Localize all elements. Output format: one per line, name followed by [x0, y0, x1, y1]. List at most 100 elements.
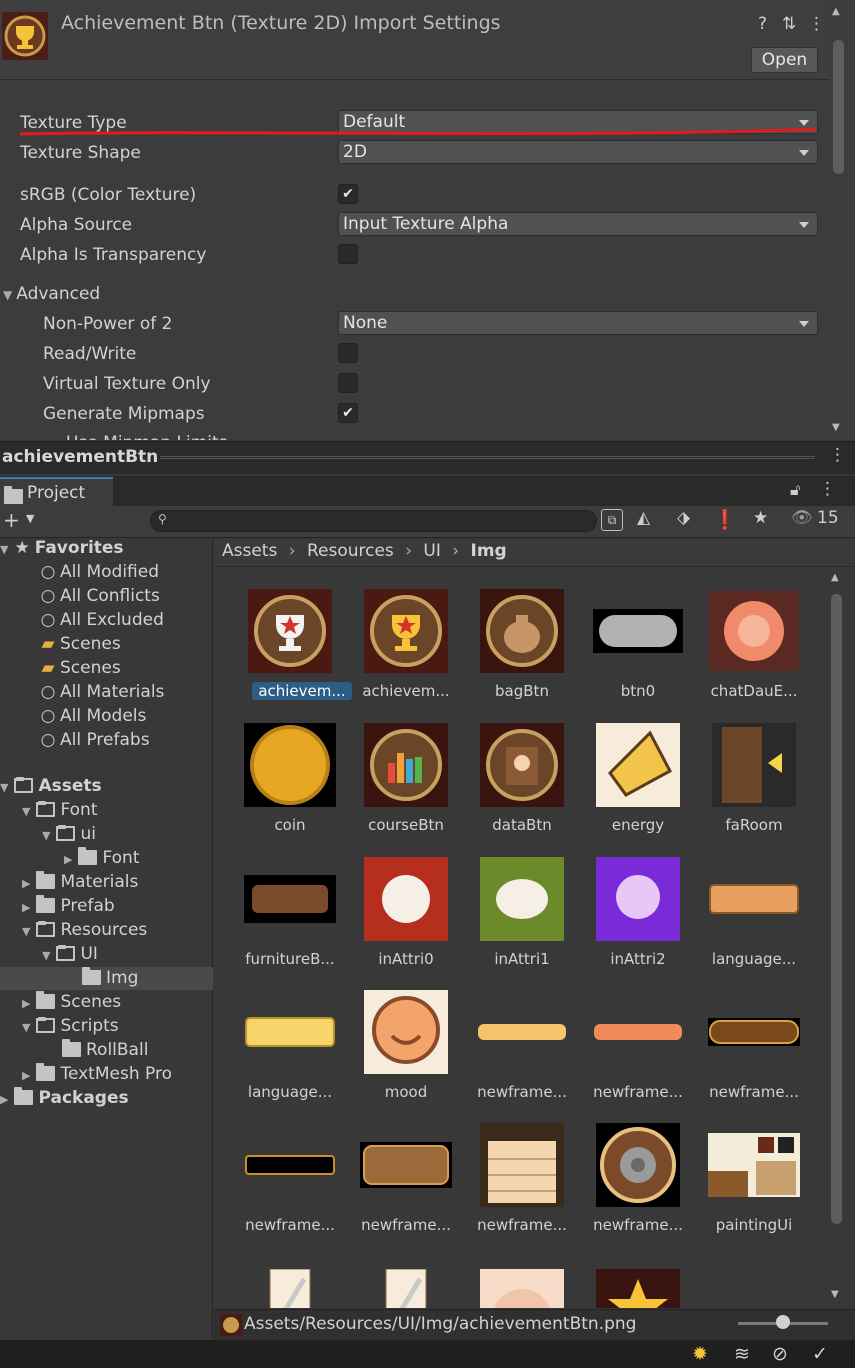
warning-icon[interactable]: ❗	[713, 508, 737, 531]
asset-item[interactable]: newframe...	[346, 1120, 456, 1250]
breadcrumb-resources[interactable]: Resources	[307, 541, 394, 561]
tree-label: Scripts	[60, 1016, 119, 1036]
tree-item-scenes[interactable]: ▶ Scenes	[22, 990, 121, 1014]
favorite-item[interactable]: ○ All Conflicts	[39, 584, 160, 608]
tree-item-packages[interactable]: ▶ Packages	[0, 1086, 129, 1110]
preview-menu-icon[interactable]: ⋮	[829, 445, 846, 465]
asset-item[interactable]: dataBtn	[462, 720, 572, 850]
asset-thumbnail	[708, 854, 800, 944]
tree-item-img[interactable]: Img	[82, 966, 138, 990]
asset-item[interactable]: newframe...	[694, 987, 804, 1117]
more-menu-icon[interactable]: ⋮	[808, 14, 825, 34]
folder-icon	[62, 1039, 81, 1057]
asset-item[interactable]: achievem...	[346, 586, 456, 716]
asset-item[interactable]: btn0	[578, 586, 688, 716]
favorite-item[interactable]: ▰ Scenes	[39, 656, 120, 680]
scroll-down-icon[interactable]: ▼	[831, 1289, 839, 1300]
lock-icon[interactable]: 🔓︎	[790, 480, 800, 500]
help-icon[interactable]: ?	[758, 14, 767, 34]
project-menu-icon[interactable]: ⋮	[819, 479, 836, 499]
tree-item-textmeshpro[interactable]: ▶ TextMesh Pro	[22, 1062, 172, 1086]
tree-item-prefab[interactable]: ▶ Prefab	[22, 894, 115, 918]
asset-item[interactable]: language...	[694, 854, 804, 984]
tree-item-font[interactable]: ▼ Font	[22, 798, 97, 822]
mipmap-limits-label: Use Mipmap Limits	[66, 430, 228, 440]
asset-item[interactable]: newframe...	[462, 987, 572, 1117]
favorite-item[interactable]: ○ All Prefabs	[39, 728, 150, 752]
breadcrumb-ui[interactable]: UI	[423, 541, 440, 561]
favorite-item[interactable]: ○ All Excluded	[39, 608, 164, 632]
asset-item[interactable]: energy	[578, 720, 688, 850]
asset-item[interactable]: paintingUi	[694, 1120, 804, 1250]
alpha-transparency-checkbox[interactable]	[338, 244, 358, 264]
asset-item[interactable]: chatDauE...	[694, 586, 804, 716]
asset-item[interactable]	[592, 1254, 702, 1308]
filter-type-icon[interactable]: ◭	[637, 508, 650, 528]
breadcrumb-assets[interactable]: Assets	[222, 541, 277, 561]
mipmaps-checkbox[interactable]: ✔	[338, 403, 358, 423]
asset-thumbnail	[592, 1254, 684, 1308]
check-circle-icon[interactable]: ✓	[812, 1343, 828, 1365]
asset-item[interactable]: inAttri0	[346, 854, 456, 984]
asset-item[interactable]	[360, 1254, 470, 1308]
asset-item[interactable]: newframe...	[578, 1120, 688, 1250]
preset-icon[interactable]: ⇅	[782, 14, 796, 34]
favorites-header[interactable]: ▼ ★ Favorites	[0, 536, 124, 560]
search-by-type-icon[interactable]: ⧉	[601, 509, 623, 531]
srgb-checkbox[interactable]: ✔	[338, 184, 358, 204]
thumbnail-size-slider-handle[interactable]	[776, 1315, 790, 1329]
npot-dropdown[interactable]: None	[338, 311, 818, 335]
advanced-foldout[interactable]: ▼ Advanced	[3, 281, 100, 307]
asset-grid-scroll-thumb[interactable]	[831, 594, 842, 1224]
scroll-up-icon[interactable]: ▲	[832, 6, 840, 17]
tree-item-font-sub[interactable]: ▶ Font	[64, 846, 139, 870]
search-input[interactable]: ⚲	[150, 510, 597, 532]
asset-item[interactable]: coin	[230, 720, 340, 850]
tree-item-ui-font[interactable]: ▼ ui	[42, 822, 96, 846]
chevron-down-icon[interactable]: ▼	[26, 512, 34, 525]
label-icon[interactable]: ⬗	[677, 508, 690, 528]
scroll-up-icon[interactable]: ▲	[831, 572, 839, 583]
asset-item[interactable]	[476, 1254, 586, 1308]
tree-item-ui[interactable]: ▼ UI	[42, 942, 98, 966]
asset-item[interactable]: inAttri1	[462, 854, 572, 984]
tab-project[interactable]: Project	[0, 477, 113, 506]
database-icon[interactable]: ≋	[734, 1343, 750, 1365]
tree-label: Prefab	[60, 896, 115, 916]
tree-item-materials[interactable]: ▶ Materials	[22, 870, 138, 894]
inspector-scroll-thumb[interactable]	[833, 40, 844, 174]
create-plus-icon[interactable]: +	[3, 508, 20, 532]
favorite-item[interactable]: ○ All Materials	[39, 680, 165, 704]
visibility-eye-icon[interactable]: 👁︎	[791, 508, 813, 528]
texture-shape-dropdown[interactable]: 2D	[338, 140, 818, 164]
tree-item-assets[interactable]: ▼ Assets	[0, 774, 102, 798]
scroll-down-icon[interactable]: ▼	[832, 422, 840, 433]
favorite-item[interactable]: ○ All Modified	[39, 560, 159, 584]
tree-item-resources[interactable]: ▼ Resources	[22, 918, 147, 942]
asset-item[interactable]: bagBtn	[462, 586, 572, 716]
bug-icon[interactable]: ✹	[692, 1343, 708, 1365]
tree-item-scripts[interactable]: ▼ Scripts	[22, 1014, 119, 1038]
favorite-star-icon[interactable]: ★	[753, 508, 768, 528]
virtual-texture-checkbox[interactable]	[338, 373, 358, 393]
network-disabled-icon[interactable]: ⊘	[772, 1343, 788, 1365]
favorite-item[interactable]: ▰ Scenes	[39, 632, 120, 656]
asset-item[interactable]: faRoom	[694, 720, 804, 850]
asset-item[interactable]: mood	[346, 987, 456, 1117]
readwrite-checkbox[interactable]	[338, 343, 358, 363]
asset-item[interactable]: achievem...	[230, 586, 352, 716]
open-button[interactable]: Open	[751, 47, 818, 73]
asset-item[interactable]: language...	[230, 987, 340, 1117]
asset-item[interactable]: newframe...	[462, 1120, 572, 1250]
asset-item[interactable]: newframe...	[230, 1120, 340, 1250]
asset-item[interactable]: inAttri2	[578, 854, 688, 984]
asset-item[interactable]: furnitureB...	[230, 854, 340, 984]
asset-item[interactable]	[244, 1254, 354, 1308]
asset-label: language...	[711, 950, 797, 968]
favorite-item[interactable]: ○ All Models	[39, 704, 147, 728]
tree-item-rollball[interactable]: RollBall	[62, 1038, 148, 1062]
asset-item[interactable]: courseBtn	[346, 720, 456, 850]
asset-item[interactable]: newframe...	[578, 987, 688, 1117]
breadcrumb-img[interactable]: Img	[471, 541, 507, 561]
alpha-source-dropdown[interactable]: Input Texture Alpha	[338, 212, 818, 236]
